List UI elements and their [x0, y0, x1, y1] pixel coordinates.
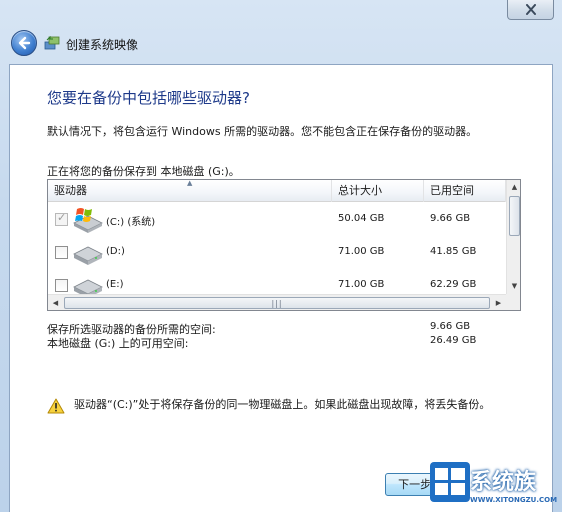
vertical-scrollbar[interactable]: ▲ ▼ [506, 180, 520, 294]
scroll-down-icon[interactable]: ▼ [507, 279, 520, 294]
backup-app-icon [44, 36, 60, 50]
backup-destination-text: 正在将您的备份保存到 本地磁盘 (G:)。 [47, 165, 240, 178]
drive-d-total: 71.00 GB [338, 246, 385, 257]
drive-c-name: (C:) (系统) [106, 217, 156, 228]
warning-text: 驱动器“(C:)”处于将保存备份的同一物理磁盘上。如果此磁盘出现故障，将丢失备份… [74, 398, 491, 411]
vertical-scroll-thumb[interactable] [509, 196, 520, 236]
windows-drive-icon [73, 208, 103, 233]
scroll-right-icon[interactable]: ▶ [491, 295, 506, 310]
windows-logo-icon [430, 462, 470, 502]
drive-d-checkbox[interactable] [55, 246, 68, 259]
required-space-value: 9.66 GB [430, 321, 471, 332]
drive-e-name: (E:) [106, 279, 124, 290]
wizard-content-panel: 您要在备份中包括哪些驱动器? 默认情况下，将包含运行 Windows 所需的驱动… [9, 64, 553, 512]
drive-c-checkbox [55, 211, 68, 226]
horizontal-scrollbar[interactable]: ◀ ||| ▶ [48, 294, 506, 310]
scroll-up-icon[interactable]: ▲ [507, 180, 520, 195]
back-arrow-icon [18, 36, 31, 50]
scroll-left-icon[interactable]: ◀ [48, 295, 63, 310]
drive-list-header: 驱动器 ▲ 总计大小 已用空间 [48, 180, 506, 202]
horizontal-scroll-thumb[interactable]: ||| [64, 297, 490, 309]
watermark-logo: 系统族 WWW.XITONGZU.COM [430, 462, 562, 512]
drive-d-used: 41.85 GB [430, 246, 477, 257]
watermark-brand: 系统族 [470, 470, 537, 495]
available-space-value: 26.49 GB [430, 335, 477, 346]
drive-c-used: 9.66 GB [430, 213, 471, 224]
drive-row-d[interactable]: (D:) 71.00 GB 41.85 GB [48, 236, 506, 269]
window-title: 创建系统映像 [66, 38, 139, 52]
drive-e-used: 62.29 GB [430, 279, 477, 290]
watermark-url: WWW.XITONGZU.COM [470, 496, 558, 504]
warning-icon [47, 398, 65, 414]
drive-d-name: (D:) [106, 246, 125, 257]
scrollbar-corner [506, 294, 520, 310]
description-text: 默认情况下，将包含运行 Windows 所需的驱动器。您不能包含正在保存备份的驱… [47, 125, 478, 138]
sort-ascending-icon: ▲ [187, 179, 193, 187]
column-header-total-size[interactable]: 总计大小 [332, 180, 424, 202]
drive-e-checkbox[interactable] [55, 279, 68, 292]
close-icon [525, 4, 536, 15]
page-heading: 您要在备份中包括哪些驱动器? [47, 89, 250, 107]
drive-e-total: 71.00 GB [338, 279, 385, 290]
hard-drive-icon [73, 246, 103, 265]
column-header-used-space[interactable]: 已用空间 [424, 180, 506, 202]
drive-c-total: 50.04 GB [338, 213, 385, 224]
drive-list[interactable]: 驱动器 ▲ 总计大小 已用空间 (C:) (系统) 50.04 GB 9.66 … [47, 179, 521, 311]
drive-row-c[interactable]: (C:) (系统) 50.04 GB 9.66 GB [48, 203, 506, 236]
back-button[interactable] [11, 30, 37, 56]
available-space-label: 本地磁盘 (G:) 上的可用空间: [47, 337, 189, 350]
close-button[interactable] [507, 0, 554, 20]
